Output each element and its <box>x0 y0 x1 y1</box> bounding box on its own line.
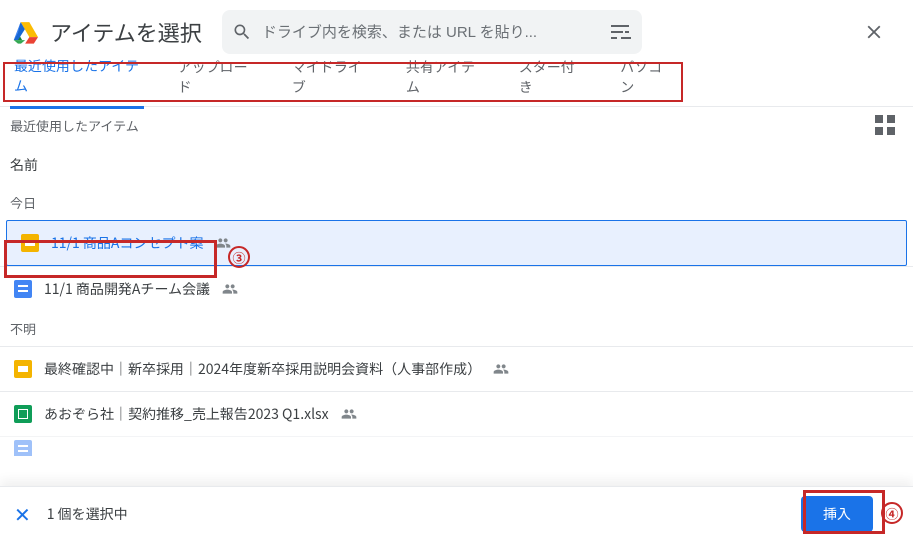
dialog-title: アイテムを選択 <box>50 16 202 48</box>
search-input[interactable] <box>262 24 598 41</box>
insert-button[interactable]: 挿入 <box>801 496 873 532</box>
section-header: 最近使用したアイテム <box>0 106 913 141</box>
file-row[interactable]: 11/1 商品開発Aチーム会議 <box>0 266 913 311</box>
shared-icon <box>222 281 238 297</box>
close-icon[interactable] <box>863 21 885 43</box>
docs-icon <box>14 440 32 457</box>
slides-icon <box>21 234 39 252</box>
tab-shared[interactable]: 共有アイテム <box>402 57 485 107</box>
tab-starred[interactable]: スター付き <box>515 57 586 107</box>
file-name: あおぞら社｜契約推移_売上報告2023 Q1.xlsx <box>44 404 329 424</box>
column-header-name: 名前 <box>0 141 913 185</box>
drive-logo-icon <box>12 20 38 44</box>
search-icon <box>232 22 252 42</box>
shared-icon <box>215 235 231 251</box>
file-row[interactable]: 11/1 商品Aコンセプト案 <box>6 220 907 266</box>
tune-icon[interactable] <box>608 20 632 44</box>
shared-icon <box>341 406 357 422</box>
docs-icon <box>14 280 32 298</box>
shared-icon <box>493 361 509 377</box>
dialog-header: アイテムを選択 <box>0 0 913 64</box>
file-row[interactable]: あおぞら社｜契約推移_売上報告2023 Q1.xlsx <box>0 391 913 436</box>
tab-mydrive[interactable]: マイドライブ <box>288 57 372 107</box>
file-name: 11/1 商品開発Aチーム会議 <box>44 279 210 299</box>
file-row[interactable]: 最終確認中｜新卒採用｜2024年度新卒採用説明会資料（人事部作成） <box>0 346 913 391</box>
clear-selection-icon[interactable]: ✕ <box>14 499 31 528</box>
selection-count: 1 個を選択中 <box>47 504 128 524</box>
tabs: 最近使用したアイテム アップロード マイドライブ 共有アイテム スター付き パソ… <box>0 64 685 100</box>
tab-upload[interactable]: アップロード <box>174 57 258 107</box>
selection-footer: ✕ 1 個を選択中 挿入 <box>0 486 913 540</box>
file-row[interactable] <box>0 436 913 456</box>
file-name <box>44 439 47 457</box>
section-label: 最近使用したアイテム <box>10 116 139 135</box>
grid-view-icon[interactable] <box>875 115 895 135</box>
tab-computers[interactable]: パソコン <box>616 57 675 107</box>
file-name: 11/1 商品Aコンセプト案 <box>51 233 203 253</box>
slides-icon <box>14 360 32 378</box>
group-label: 今日 <box>0 185 913 220</box>
tab-recent[interactable]: 最近使用したアイテム <box>10 56 144 109</box>
group-label: 不明 <box>0 311 913 346</box>
sheets-icon <box>14 405 32 423</box>
file-name: 最終確認中｜新卒採用｜2024年度新卒採用説明会資料（人事部作成） <box>44 359 481 379</box>
search-field[interactable] <box>222 10 642 54</box>
